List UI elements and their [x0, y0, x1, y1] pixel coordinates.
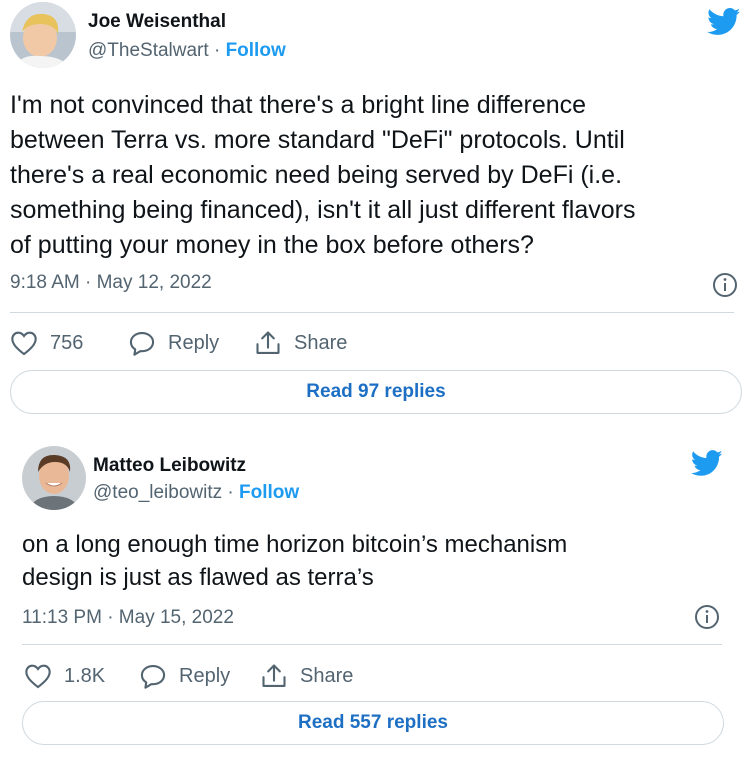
- share-icon: [256, 331, 280, 354]
- tweet-text: I'm not convinced that there's a bright …: [10, 91, 636, 259]
- avatar[interactable]: [22, 446, 86, 510]
- author-name[interactable]: Joe Weisenthal: [88, 11, 226, 33]
- twitter-bird-icon[interactable]: [707, 8, 741, 41]
- like-count: 1.8K: [64, 664, 106, 687]
- reply-icon: [140, 665, 166, 689]
- handle-line: @teo_leibowitz · Follow: [93, 482, 299, 504]
- divider: [10, 312, 734, 313]
- heart-icon: [11, 331, 37, 356]
- like-button[interactable]: 756: [10, 327, 83, 359]
- read-replies-button[interactable]: Read 557 replies: [22, 701, 724, 745]
- author-name[interactable]: Matteo Leibowitz: [93, 455, 246, 477]
- reply-label: Reply: [179, 664, 231, 687]
- share-label: Share: [300, 664, 354, 687]
- author-handle[interactable]: @teo_leibowitz: [93, 482, 222, 503]
- author-handle[interactable]: @TheStalwart: [88, 40, 209, 61]
- share-label: Share: [294, 331, 348, 354]
- share-button[interactable]: Share: [260, 660, 353, 692]
- handle-separator: ·: [227, 482, 234, 503]
- avatar[interactable]: [10, 2, 76, 68]
- handle-line: @TheStalwart · Follow: [88, 40, 286, 62]
- like-count: 756: [50, 331, 84, 354]
- reply-icon: [129, 332, 155, 356]
- info-icon[interactable]: [712, 272, 738, 303]
- info-icon[interactable]: [694, 604, 720, 635]
- reply-button[interactable]: Reply: [139, 660, 230, 692]
- share-icon: [262, 664, 286, 687]
- reply-label: Reply: [168, 331, 220, 354]
- tweet-timestamp[interactable]: 11:13 PM · May 15, 2022: [22, 607, 234, 629]
- twitter-bird-icon[interactable]: [690, 450, 723, 482]
- follow-button[interactable]: Follow: [226, 40, 286, 61]
- tweet-card: Joe Weisenthal @TheStalwart · Follow I'm…: [0, 0, 744, 426]
- handle-separator: ·: [213, 40, 221, 61]
- read-replies-button[interactable]: Read 97 replies: [10, 370, 742, 414]
- tweet-timestamp[interactable]: 9:18 AM · May 12, 2022: [10, 272, 212, 294]
- tweet-gap: [0, 426, 744, 438]
- tweet-text: on a long enough time horizon bitcoin’s …: [22, 531, 568, 591]
- follow-button[interactable]: Follow: [239, 482, 299, 503]
- reply-button[interactable]: Reply: [128, 327, 219, 359]
- heart-icon: [25, 664, 51, 689]
- like-button[interactable]: 1.8K: [24, 660, 105, 692]
- divider: [22, 644, 722, 645]
- tweet-card: Matteo Leibowitz @teo_leibowitz · Follow…: [0, 438, 744, 759]
- share-button[interactable]: Share: [254, 327, 347, 359]
